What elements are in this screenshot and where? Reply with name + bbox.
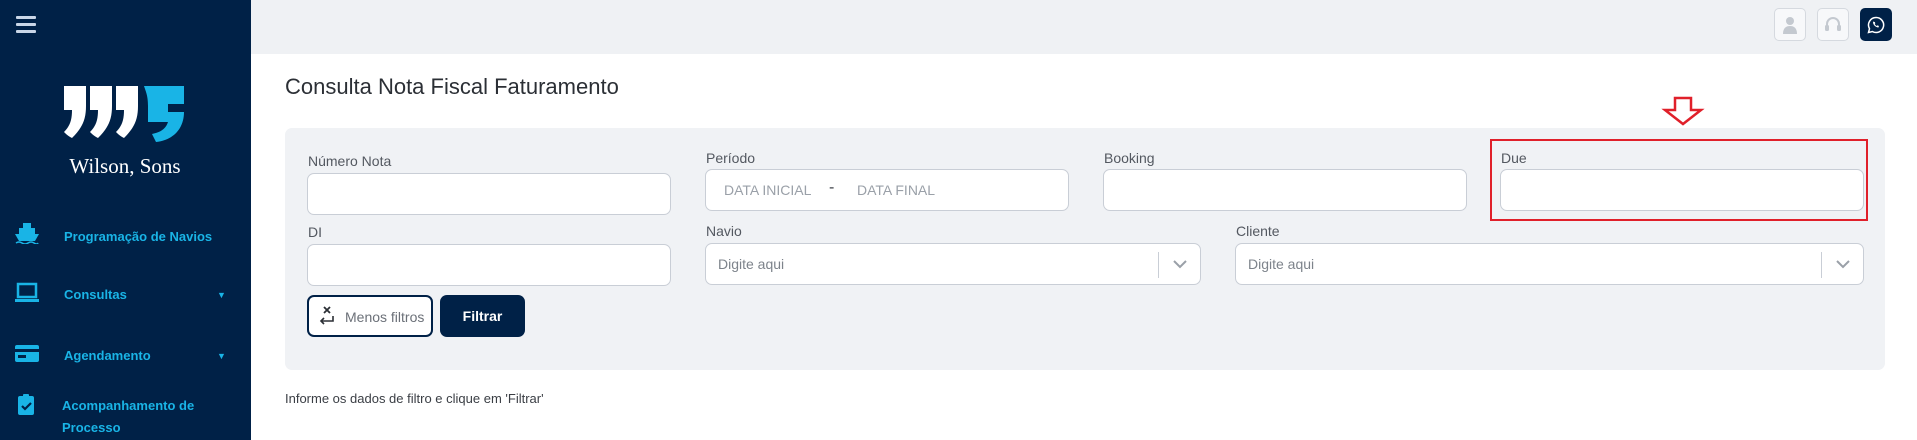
whatsapp-button[interactable] [1860, 8, 1892, 41]
di-input[interactable] [307, 244, 671, 286]
select-divider [1158, 252, 1159, 278]
chevron-down-icon: ▼ [217, 290, 226, 300]
sidebar-item-consultas[interactable]: Consultas ▼ [0, 276, 251, 316]
sidebar: Wilson, Sons Programação de Navios Consu… [0, 0, 251, 440]
clear-filter-icon [319, 306, 334, 325]
booking-input[interactable] [1103, 169, 1467, 211]
sidebar-item-agendamento[interactable]: Agendamento ▼ [0, 337, 251, 377]
menu-icon[interactable] [16, 16, 36, 34]
wilson-sons-logo-icon [64, 86, 184, 142]
page-title: Consulta Nota Fiscal Faturamento [285, 74, 619, 99]
clipboard-check-icon [18, 394, 34, 415]
chevron-down-icon[interactable] [1170, 254, 1190, 274]
due-highlight-box [1490, 139, 1868, 221]
ship-icon [15, 223, 39, 244]
sidebar-item-label: Programação de Navios [64, 229, 213, 244]
chevron-down-icon[interactable] [1833, 254, 1853, 274]
select-divider [1821, 252, 1822, 278]
card-icon [15, 345, 39, 362]
filter-button[interactable]: Filtrar [440, 295, 525, 337]
laptop-icon [15, 282, 39, 302]
sidebar-item-label: Agendamento [64, 348, 151, 363]
cliente-select[interactable]: Digite aqui [1235, 243, 1864, 285]
user-button[interactable] [1774, 8, 1806, 41]
support-button[interactable] [1817, 8, 1849, 41]
booking-label: Booking [1104, 150, 1155, 166]
navio-label: Navio [706, 223, 742, 239]
numero-nota-label: Número Nota [308, 153, 392, 169]
sidebar-item-acompanhamento-processo[interactable]: Acompanhamento de Processo [0, 390, 251, 440]
whatsapp-icon [1867, 16, 1885, 34]
data-inicial-input[interactable]: DATA INICIAL [724, 182, 811, 198]
brand-logo: Wilson, Sons [60, 84, 190, 184]
sidebar-item-programacao-navios[interactable]: Programação de Navios [0, 218, 251, 258]
cliente-placeholder: Digite aqui [1248, 256, 1315, 272]
navio-placeholder: Digite aqui [718, 256, 785, 272]
down-arrow-icon [1661, 96, 1705, 126]
brand-name: Wilson, Sons [69, 154, 181, 178]
user-icon [1783, 16, 1797, 34]
chevron-down-icon: ▼ [217, 351, 226, 361]
sidebar-item-label-line1: Acompanhamento de [62, 398, 195, 413]
top-bar [251, 0, 1917, 54]
cliente-label: Cliente [1236, 223, 1280, 239]
periodo-date-range[interactable]: DATA INICIAL - DATA FINAL [705, 169, 1069, 211]
date-range-separator: - [829, 179, 835, 196]
di-label: DI [308, 224, 322, 240]
numero-nota-input[interactable] [307, 173, 671, 215]
filter-hint-text: Informe os dados de filtro e clique em '… [285, 391, 544, 406]
periodo-label: Período [706, 150, 756, 166]
sidebar-item-label-line2: Processo [62, 420, 121, 435]
less-filters-button[interactable]: Menos filtros [307, 295, 433, 337]
less-filters-label: Menos filtros [345, 309, 425, 325]
data-final-input[interactable]: DATA FINAL [857, 182, 935, 198]
headset-icon [1825, 16, 1841, 31]
sidebar-item-label: Consultas [64, 287, 127, 302]
navio-select[interactable]: Digite aqui [705, 243, 1201, 285]
